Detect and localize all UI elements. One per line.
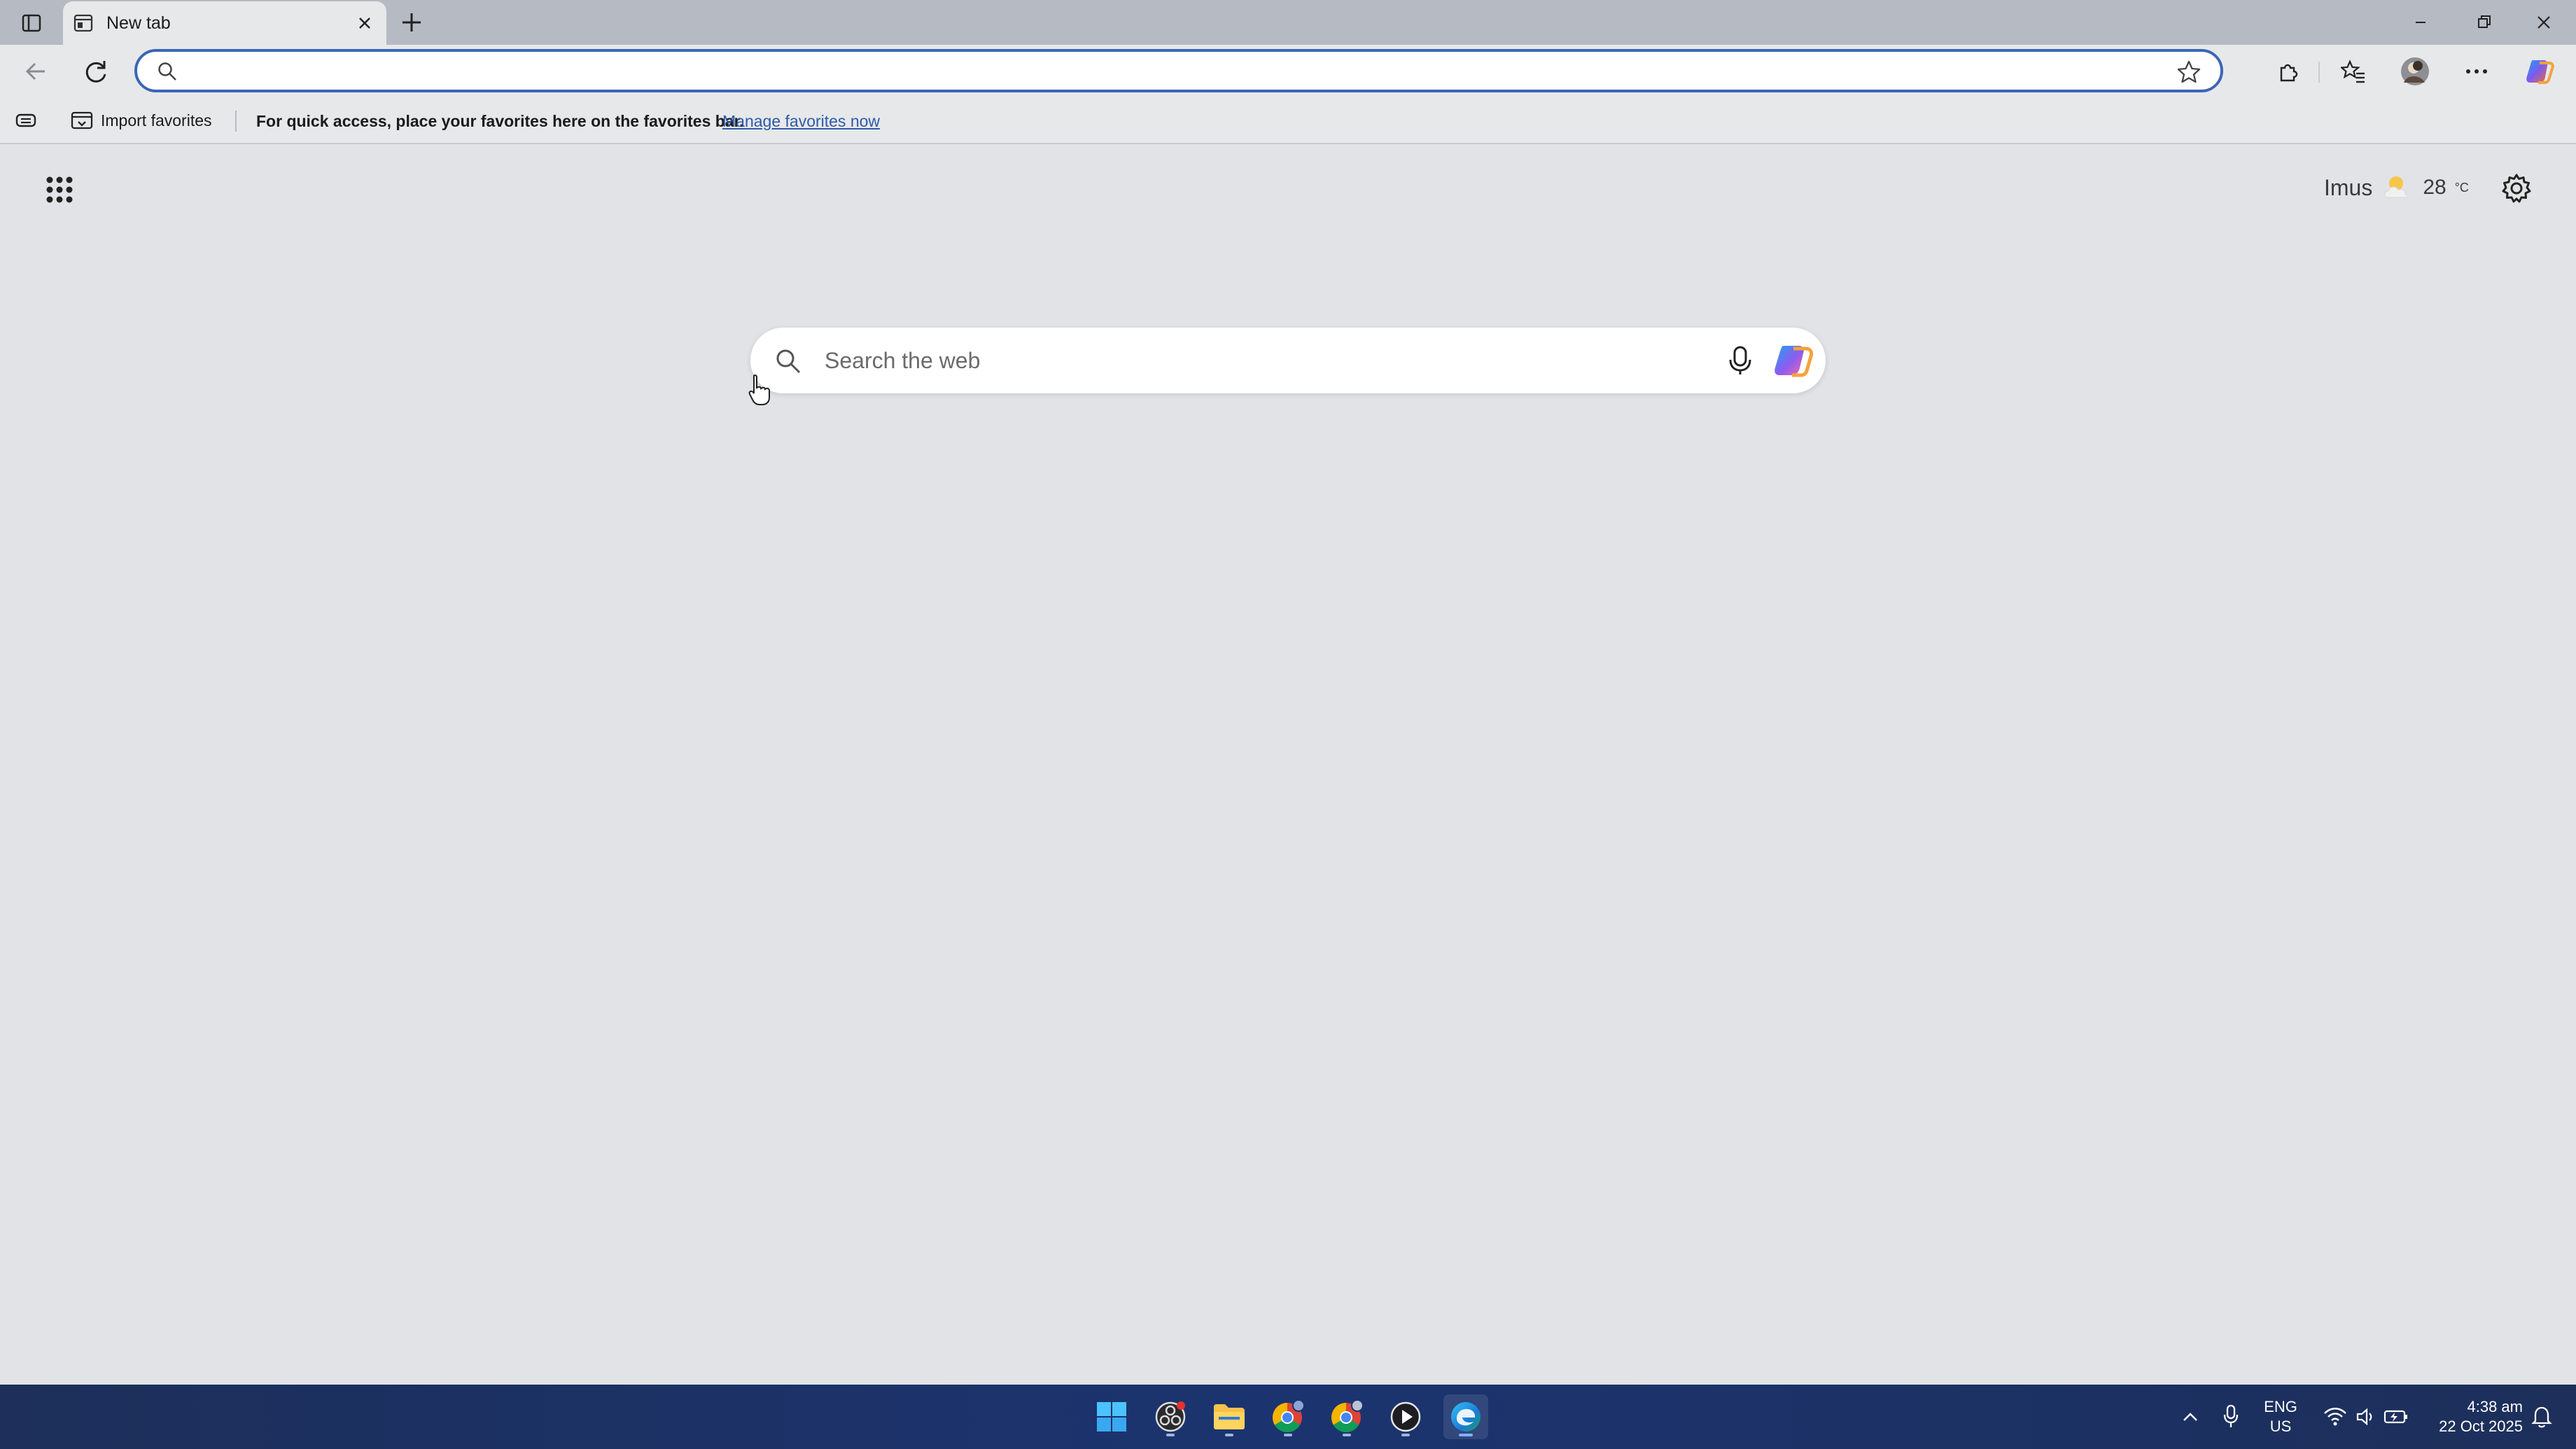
new-tab-plus-icon[interactable] (396, 7, 427, 38)
language-indicator[interactable]: ENG US (2253, 1397, 2309, 1436)
gear-icon[interactable] (2500, 172, 2533, 204)
refresh-icon[interactable] (78, 55, 115, 88)
play-icon (1390, 1401, 1421, 1432)
taskbar-app-chrome[interactable] (1266, 1394, 1310, 1439)
folder-icon (1214, 1404, 1245, 1429)
partly-sunny-icon (2384, 176, 2409, 198)
minimize-icon[interactable] (2400, 6, 2442, 39)
restore-icon[interactable] (2463, 6, 2505, 39)
taskbar: ENG US 4:38 am 22 Oct 2025 (0, 1385, 2576, 1449)
title-bar: New tab (0, 0, 2576, 45)
clock-date: 22 Oct 2025 (2439, 1418, 2523, 1435)
copilot-icon (2526, 60, 2554, 84)
running-indicator (1166, 1434, 1175, 1436)
import-favorites-button[interactable]: Import favorites (70, 108, 212, 133)
obs-icon (1155, 1401, 1186, 1432)
weather-location: Imus (2324, 174, 2373, 200)
copilot-button[interactable] (2521, 55, 2558, 88)
edge-icon (1451, 1402, 1480, 1432)
import-favorites-label: Import favorites (101, 111, 212, 130)
web-search-box[interactable] (750, 328, 1826, 393)
language-code: ENG (2264, 1398, 2297, 1415)
microphone-icon[interactable] (2220, 1403, 2241, 1431)
taskbar-app-chrome-profile[interactable] (1324, 1394, 1369, 1439)
address-input[interactable] (192, 57, 2110, 85)
close-tab-icon[interactable] (353, 11, 377, 35)
favorite-star-icon[interactable] (2176, 59, 2202, 85)
favorites-divider (235, 111, 237, 132)
apps-grid-icon[interactable] (43, 174, 76, 206)
windows-logo-icon (1097, 1402, 1126, 1432)
chrome-icon (1331, 1399, 1364, 1433)
search-icon (776, 349, 801, 374)
mouse-cursor-icon (748, 374, 770, 405)
copilot-icon[interactable] (1771, 340, 1816, 381)
clock-time: 4:38 am (2467, 1398, 2524, 1415)
weather-widget[interactable]: Imus 28 °C (2324, 172, 2469, 203)
notification-bell-icon[interactable] (2530, 1404, 2554, 1429)
web-search-input[interactable] (825, 344, 1735, 377)
running-indicator (1401, 1434, 1410, 1436)
manage-favorites-link[interactable]: Manage favorites now (722, 112, 880, 131)
favorites-bar: Import favorites For quick access, place… (0, 98, 2576, 144)
battery-icon[interactable] (2383, 1407, 2409, 1427)
avatar (2401, 57, 2429, 85)
active-indicator (1459, 1434, 1473, 1436)
close-window-icon[interactable] (2523, 6, 2565, 39)
favorites-message: For quick access, place your favorites h… (256, 112, 744, 130)
ellipsis-icon (2466, 69, 2487, 74)
chrome-icon (1272, 1399, 1305, 1433)
weather-temperature: 28 (2423, 176, 2446, 199)
profile-button[interactable] (2397, 55, 2433, 88)
taskbar-app-edge[interactable] (1443, 1394, 1488, 1439)
tab-new-tab[interactable]: New tab (63, 1, 386, 45)
taskbar-app-file-explorer[interactable] (1207, 1394, 1252, 1439)
start-button[interactable] (1089, 1394, 1134, 1439)
wifi-icon[interactable] (2323, 1406, 2348, 1428)
microphone-icon[interactable] (1725, 344, 1756, 377)
system-clock[interactable]: 4:38 am 22 Oct 2025 (2423, 1397, 2523, 1436)
toolbar-divider (2318, 62, 2320, 83)
language-region: US (2269, 1418, 2292, 1435)
running-indicator (1284, 1434, 1292, 1436)
new-tab-icon (74, 14, 93, 32)
tab-actions-button[interactable] (11, 6, 52, 41)
browser-toolbar (0, 45, 2576, 98)
extensions-button[interactable] (2269, 55, 2306, 88)
back-arrow-icon[interactable] (18, 55, 55, 88)
favorites-button[interactable] (2335, 55, 2372, 88)
taskbar-app-media-player[interactable] (1383, 1394, 1428, 1439)
puzzle-icon (2280, 64, 2298, 82)
search-icon (158, 62, 176, 80)
tab-title: New tab (106, 13, 171, 33)
address-bar[interactable] (134, 49, 2223, 92)
vertical-tabs-icon (22, 14, 41, 32)
more-options-button[interactable] (2458, 55, 2495, 88)
reading-list-icon[interactable] (14, 110, 38, 131)
running-indicator (1343, 1434, 1351, 1436)
favorites-list-icon (2341, 59, 2365, 83)
import-icon (71, 111, 93, 130)
chevron-up-icon[interactable] (2180, 1407, 2201, 1427)
running-indicator (1225, 1434, 1233, 1436)
volume-icon[interactable] (2355, 1406, 2377, 1428)
weather-unit: °C (2454, 180, 2469, 195)
taskbar-app-obs[interactable] (1148, 1394, 1193, 1439)
